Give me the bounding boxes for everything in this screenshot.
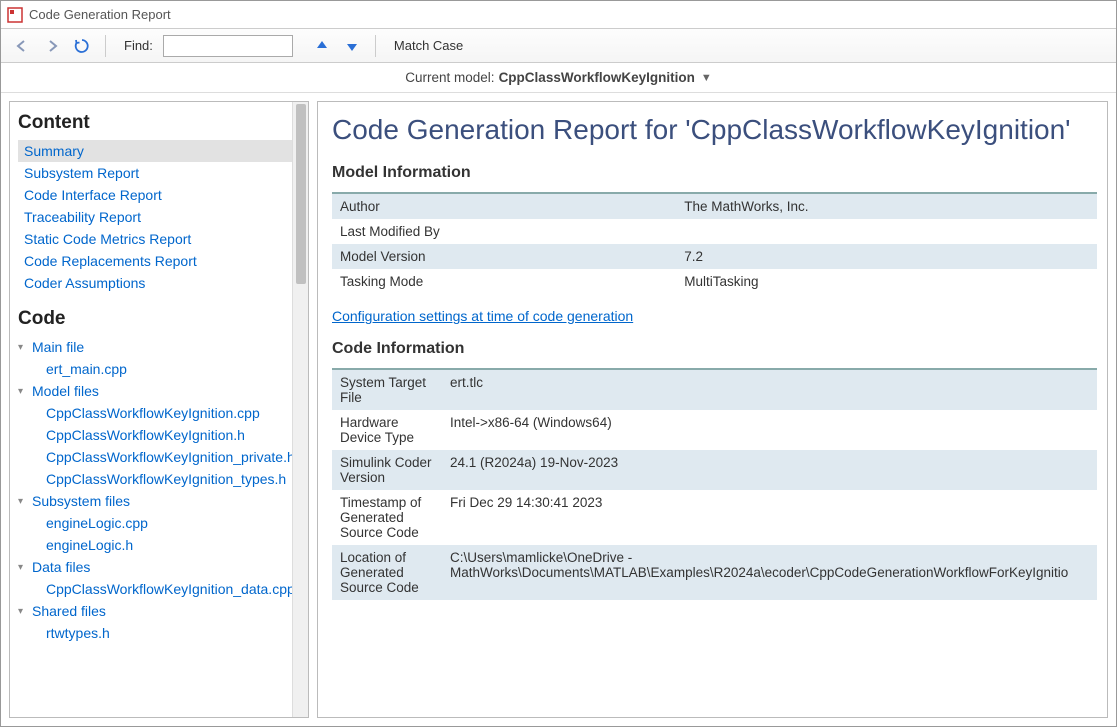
match-case-label[interactable]: Match Case <box>394 38 463 53</box>
chevron-down-icon: ▼ <box>701 72 712 84</box>
code-heading: Code <box>18 308 292 330</box>
nav-link-summary[interactable]: Summary <box>18 140 292 162</box>
nav-link-subsystem-report[interactable]: Subsystem Report <box>18 162 292 184</box>
code-info-heading: Code Information <box>332 340 1097 358</box>
info-key: Author <box>332 193 676 219</box>
toolbar: Find: Match Case <box>1 29 1116 63</box>
info-value: C:\Users\mamlicke\OneDrive - MathWorks\D… <box>442 545 1097 600</box>
info-key: Timestamp of Generated Source Code <box>332 490 442 545</box>
file-link[interactable]: engineLogic.h <box>18 534 292 556</box>
tree-group-shared-files[interactable]: ▾Shared files <box>18 600 292 622</box>
nav-link-coder-assumptions[interactable]: Coder Assumptions <box>18 272 292 294</box>
info-value: Intel->x86-64 (Windows64) <box>442 410 1097 450</box>
body-area: Content SummarySubsystem ReportCode Inte… <box>1 93 1116 726</box>
model-info-heading: Model Information <box>332 164 1097 182</box>
nav-link-traceability-report[interactable]: Traceability Report <box>18 206 292 228</box>
table-row: Simulink Coder Version24.1 (R2024a) 19-N… <box>332 450 1097 490</box>
file-link[interactable]: CppClassWorkflowKeyIgnition_data.cpp <box>18 578 292 600</box>
app-window: Code Generation Report Find: Match Case … <box>0 0 1117 727</box>
current-model-prefix: Current model: <box>405 70 494 85</box>
info-key: System Target File <box>332 369 442 410</box>
sidebar-content: Content SummarySubsystem ReportCode Inte… <box>10 102 292 717</box>
caret-down-icon: ▾ <box>18 562 32 573</box>
window-title: Code Generation Report <box>29 7 171 22</box>
table-row: Last Modified By <box>332 219 1097 244</box>
tree-group-subsystem-files[interactable]: ▾Subsystem files <box>18 490 292 512</box>
info-key: Location of Generated Source Code <box>332 545 442 600</box>
caret-down-icon: ▾ <box>18 342 32 353</box>
nav-link-static-code-metrics-report[interactable]: Static Code Metrics Report <box>18 228 292 250</box>
scrollbar-thumb[interactable] <box>296 104 306 284</box>
info-value: 24.1 (R2024a) 19-Nov-2023 <box>442 450 1097 490</box>
caret-down-icon: ▾ <box>18 496 32 507</box>
find-input[interactable] <box>163 35 293 57</box>
sidebar: Content SummarySubsystem ReportCode Inte… <box>9 101 309 718</box>
table-row: System Target Fileert.tlc <box>332 369 1097 410</box>
toolbar-separator <box>105 35 106 57</box>
file-link[interactable]: CppClassWorkflowKeyIgnition.h <box>18 424 292 446</box>
info-value: Fri Dec 29 14:30:41 2023 <box>442 490 1097 545</box>
file-link[interactable]: CppClassWorkflowKeyIgnition_private.h <box>18 446 292 468</box>
sidebar-scrollbar[interactable] <box>292 102 308 717</box>
file-link[interactable]: engineLogic.cpp <box>18 512 292 534</box>
info-value: 7.2 <box>676 244 1097 269</box>
info-key: Tasking Mode <box>332 269 676 294</box>
table-row: Model Version7.2 <box>332 244 1097 269</box>
info-key: Last Modified By <box>332 219 676 244</box>
info-key: Hardware Device Type <box>332 410 442 450</box>
caret-down-icon: ▾ <box>18 386 32 397</box>
nav-link-code-interface-report[interactable]: Code Interface Report <box>18 184 292 206</box>
current-model-name: CppClassWorkflowKeyIgnition <box>499 70 695 85</box>
toolbar-separator <box>375 35 376 57</box>
file-link[interactable]: ert_main.cpp <box>18 358 292 380</box>
forward-button[interactable] <box>39 33 65 59</box>
current-model-bar[interactable]: Current model: CppClassWorkflowKeyIgniti… <box>1 63 1116 93</box>
tree-group-data-files[interactable]: ▾Data files <box>18 556 292 578</box>
file-link[interactable]: rtwtypes.h <box>18 622 292 644</box>
code-info-table: System Target Fileert.tlcHardware Device… <box>332 368 1097 600</box>
titlebar: Code Generation Report <box>1 1 1116 29</box>
back-button[interactable] <box>9 33 35 59</box>
content-heading: Content <box>18 112 292 134</box>
find-next-button[interactable] <box>339 33 365 59</box>
table-row: Hardware Device TypeIntel->x86-64 (Windo… <box>332 410 1097 450</box>
caret-down-icon: ▾ <box>18 606 32 617</box>
info-value: The MathWorks, Inc. <box>676 193 1097 219</box>
table-row: Location of Generated Source CodeC:\User… <box>332 545 1097 600</box>
main-panel: Code Generation Report for 'CppClassWork… <box>317 101 1108 718</box>
table-row: Tasking ModeMultiTasking <box>332 269 1097 294</box>
info-value: MultiTasking <box>676 269 1097 294</box>
page-title: Code Generation Report for 'CppClassWork… <box>332 114 1097 146</box>
find-prev-button[interactable] <box>309 33 335 59</box>
app-icon <box>7 7 23 23</box>
info-key: Model Version <box>332 244 676 269</box>
file-link[interactable]: CppClassWorkflowKeyIgnition.cpp <box>18 402 292 424</box>
find-label: Find: <box>124 38 153 53</box>
info-value <box>676 219 1097 244</box>
model-info-table: AuthorThe MathWorks, Inc.Last Modified B… <box>332 192 1097 294</box>
refresh-button[interactable] <box>69 33 95 59</box>
info-key: Simulink Coder Version <box>332 450 442 490</box>
file-link[interactable]: CppClassWorkflowKeyIgnition_types.h <box>18 468 292 490</box>
tree-group-model-files[interactable]: ▾Model files <box>18 380 292 402</box>
table-row: AuthorThe MathWorks, Inc. <box>332 193 1097 219</box>
tree-group-main-file[interactable]: ▾Main file <box>18 336 292 358</box>
config-settings-link[interactable]: Configuration settings at time of code g… <box>332 308 633 324</box>
table-row: Timestamp of Generated Source CodeFri De… <box>332 490 1097 545</box>
info-value: ert.tlc <box>442 369 1097 410</box>
nav-link-code-replacements-report[interactable]: Code Replacements Report <box>18 250 292 272</box>
